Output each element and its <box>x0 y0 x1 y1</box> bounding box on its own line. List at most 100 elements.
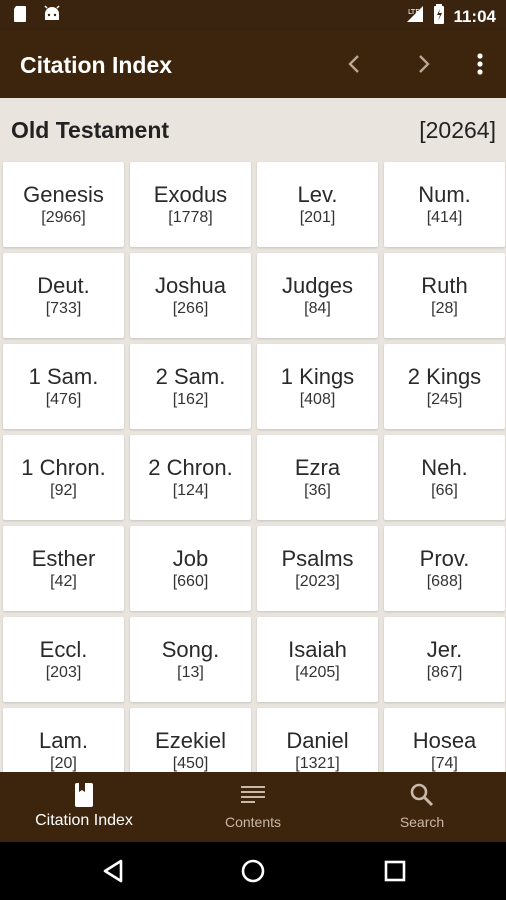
book-cell[interactable]: Hosea [74] <box>384 708 505 772</box>
book-cell[interactable]: Jer. [867] <box>384 617 505 702</box>
book-grid: Genesis [2966] Exodus [1778] Lev. [201] Num. [4… <box>3 162 505 772</box>
chevron-left-icon <box>348 55 359 73</box>
book-cell[interactable]: Prov. [688] <box>384 526 505 611</box>
section-header: Old Testament [20264] <box>0 98 506 160</box>
back-icon <box>103 859 123 883</box>
more-vertical-icon <box>477 53 483 75</box>
svg-text:LTE: LTE <box>408 8 420 16</box>
book-name: Exodus <box>153 182 228 207</box>
book-name: Daniel <box>286 728 349 753</box>
app-bar: Citation Index <box>0 30 506 98</box>
book-citation-count: [2966] <box>41 209 86 226</box>
book-cell[interactable]: Lam. [20] <box>3 708 124 772</box>
book-name: Ezra <box>294 455 341 480</box>
book-citation-count: [124] <box>172 482 209 499</box>
book-citation-count: [20] <box>50 755 77 772</box>
book-citation-count: [1321] <box>295 755 340 772</box>
book-cell[interactable]: Esther [42] <box>3 526 124 611</box>
book-citation-count: [203] <box>45 664 82 681</box>
more-options-button[interactable] <box>464 48 496 80</box>
book-cell[interactable]: Neh. [66] <box>384 435 505 520</box>
book-name: Neh. <box>421 455 468 480</box>
book-name: Judges <box>282 273 353 298</box>
book-cell[interactable]: Job [660] <box>130 526 251 611</box>
book-cell[interactable]: Genesis [2966] <box>3 162 124 247</box>
battery-icon <box>433 4 445 29</box>
book-cell[interactable]: Lev. [201] <box>257 162 378 247</box>
book-cell[interactable]: Isaiah [4205] <box>257 617 378 702</box>
book-cell[interactable]: Judges [84] <box>257 253 378 338</box>
book-name: Num. <box>418 182 471 207</box>
app-title: Citation Index <box>20 52 173 78</box>
book-name: Genesis <box>23 182 104 207</box>
book-name: Hosea <box>412 728 477 753</box>
book-cell[interactable]: Deut. [733] <box>3 253 124 338</box>
bottom-nav: Citation Index Contents Search <box>0 772 506 842</box>
book-citation-count: [660] <box>172 573 209 590</box>
citation-index-content: Old Testament [20264] Genesis [2966] Exodu… <box>0 98 506 772</box>
previous-button[interactable] <box>338 48 370 80</box>
book-citation-count: [266] <box>172 300 209 317</box>
book-name: 2 Chron. <box>148 455 233 480</box>
book-name: 1 Chron. <box>21 455 106 480</box>
recents-icon <box>384 860 406 882</box>
book-name: Psalms <box>281 546 354 571</box>
home-button[interactable] <box>238 856 268 886</box>
book-citation-count: [74] <box>431 755 458 772</box>
book-citation-count: [867] <box>426 664 463 681</box>
book-cell[interactable]: Exodus [1778] <box>130 162 251 247</box>
book-name: Joshua <box>155 273 226 298</box>
book-name: Lev. <box>297 182 338 207</box>
book-cell[interactable]: Joshua [266] <box>130 253 251 338</box>
book-cell[interactable]: 1 Kings [408] <box>257 344 378 429</box>
status-bar: LTE 11:04 <box>0 0 506 30</box>
book-citation-count: [476] <box>45 391 82 408</box>
search-icon <box>409 782 435 813</box>
next-button[interactable] <box>408 48 440 80</box>
section-count: [20264] <box>419 117 496 143</box>
book-citation-count: [450] <box>172 755 209 772</box>
back-button[interactable] <box>98 856 128 886</box>
book-name: 2 Kings <box>407 364 482 389</box>
book-citation-count: [414] <box>426 209 463 226</box>
book-cell[interactable]: 2 Sam. [162] <box>130 344 251 429</box>
chevron-right-icon <box>419 55 430 73</box>
book-cell[interactable]: Ruth [28] <box>384 253 505 338</box>
book-citation-count: [13] <box>177 664 204 681</box>
book-cell[interactable]: Ezra [36] <box>257 435 378 520</box>
book-cell[interactable]: Num. [414] <box>384 162 505 247</box>
list-icon <box>240 782 266 809</box>
bottom-nav-contents[interactable]: Contents <box>169 772 337 842</box>
recents-button[interactable] <box>380 856 410 886</box>
bottom-nav-search[interactable]: Search <box>338 772 506 842</box>
book-citation-count: [36] <box>304 482 331 499</box>
book-cell[interactable]: 2 Kings [245] <box>384 344 505 429</box>
book-cell[interactable]: Ezekiel [450] <box>130 708 251 772</box>
book-citation-count: [408] <box>299 391 336 408</box>
book-cell[interactable]: Psalms [2023] <box>257 526 378 611</box>
book-name: Prov. <box>419 546 470 571</box>
book-cell[interactable]: Eccl. [203] <box>3 617 124 702</box>
book-icon <box>73 782 95 813</box>
book-citation-count: [28] <box>431 300 458 317</box>
book-citation-count: [92] <box>50 482 77 499</box>
sd-card-icon <box>12 5 28 28</box>
book-name: Job <box>172 546 209 571</box>
bottom-nav-label: Contents <box>224 814 282 830</box>
book-citation-count: [4205] <box>295 664 340 681</box>
book-name: Esther <box>31 546 96 571</box>
bottom-nav-label: Citation Index <box>35 812 133 829</box>
book-name: Jer. <box>426 637 463 662</box>
book-name: 2 Sam. <box>155 364 226 389</box>
book-cell[interactable]: Song. [13] <box>130 617 251 702</box>
book-cell[interactable]: 1 Sam. [476] <box>3 344 124 429</box>
book-cell[interactable]: Daniel [1321] <box>257 708 378 772</box>
signal-icon: LTE <box>405 4 425 29</box>
bottom-nav-citation-index[interactable]: Citation Index <box>0 772 168 842</box>
book-name: Deut. <box>37 273 90 298</box>
book-cell[interactable]: 1 Chron. [92] <box>3 435 124 520</box>
book-name: 1 Kings <box>280 364 355 389</box>
book-cell[interactable]: 2 Chron. [124] <box>130 435 251 520</box>
book-name: Lam. <box>39 728 88 753</box>
book-name: Ezekiel <box>155 728 226 753</box>
